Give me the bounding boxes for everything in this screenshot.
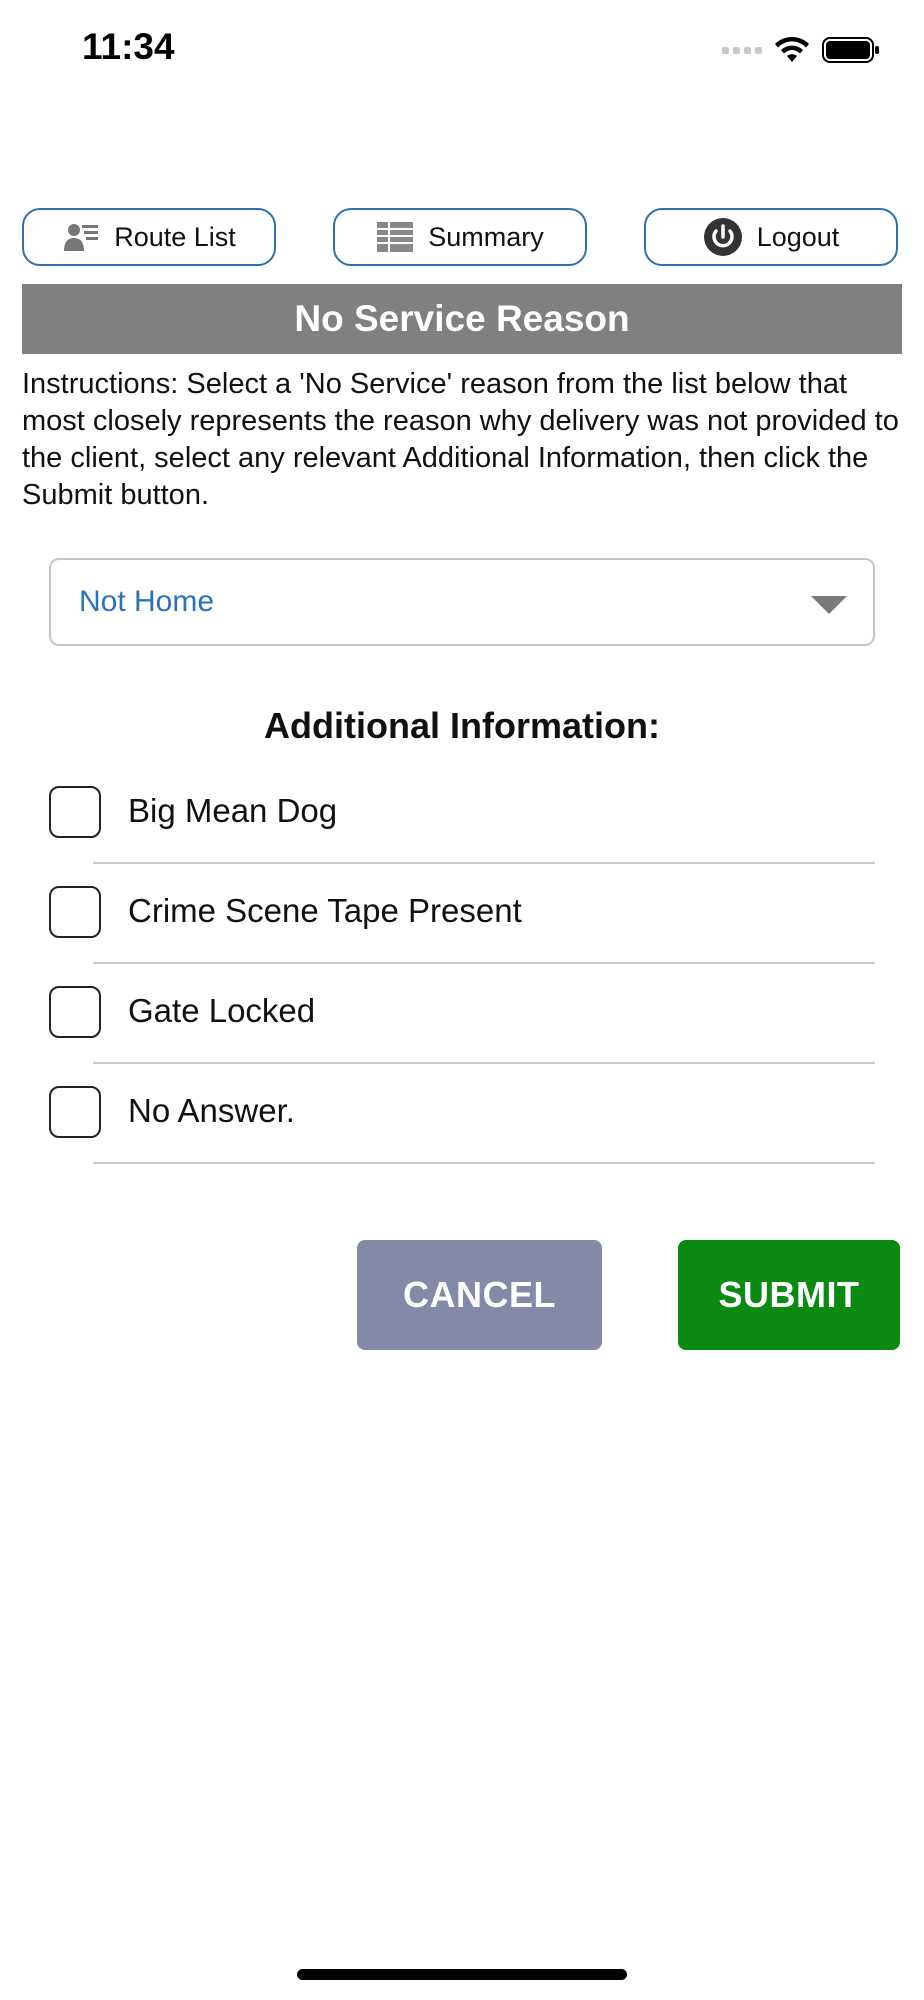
checkbox-label: Gate Locked — [128, 992, 316, 1029]
selected-reason: Not Home — [79, 585, 215, 618]
summary-table-icon — [376, 221, 414, 253]
logout-button[interactable]: Logout — [644, 208, 898, 266]
checkbox-no-answer[interactable] — [49, 1086, 101, 1138]
checkbox-row-no-answer[interactable]: No Answer. — [49, 1064, 875, 1164]
instructions-text: Instructions: Select a 'No Service' reas… — [22, 368, 899, 511]
status-time: 11:34 — [82, 26, 175, 67]
status-icons — [722, 32, 880, 68]
submit-button[interactable]: SUBMIT — [678, 1240, 900, 1350]
checkbox-row-gate-locked[interactable]: Gate Locked — [49, 964, 875, 1064]
cellular-signal-icon — [722, 46, 762, 54]
route-list-button[interactable]: Route List — [22, 208, 276, 266]
logout-label: Logout — [756, 221, 840, 252]
wifi-icon — [775, 36, 809, 62]
cancel-button[interactable]: CANCEL — [357, 1240, 602, 1350]
page-title: No Service Reason — [22, 284, 902, 354]
route-list-icon — [62, 221, 100, 253]
checkbox-big-mean-dog[interactable] — [49, 786, 101, 838]
power-icon — [703, 217, 743, 257]
checkbox-row-crime-scene-tape[interactable]: Crime Scene Tape Present — [49, 864, 875, 964]
battery-icon — [822, 37, 879, 63]
no-service-reason-select[interactable]: Not Home — [49, 558, 875, 646]
checkbox-label: Crime Scene Tape Present — [128, 892, 522, 929]
additional-info-title: Additional Information: — [264, 705, 660, 746]
home-indicator[interactable] — [297, 1969, 627, 1980]
summary-label: Summary — [428, 221, 544, 252]
route-list-label: Route List — [114, 221, 236, 252]
checkbox-gate-locked[interactable] — [49, 986, 101, 1038]
divider — [93, 1162, 875, 1164]
checkbox-label: No Answer. — [128, 1092, 295, 1129]
checkbox-crime-scene-tape[interactable] — [49, 886, 101, 938]
dropdown-caret-icon — [811, 596, 847, 614]
checkbox-row-big-mean-dog[interactable]: Big Mean Dog — [49, 764, 875, 864]
checkbox-label: Big Mean Dog — [128, 792, 338, 829]
summary-button[interactable]: Summary — [333, 208, 587, 266]
